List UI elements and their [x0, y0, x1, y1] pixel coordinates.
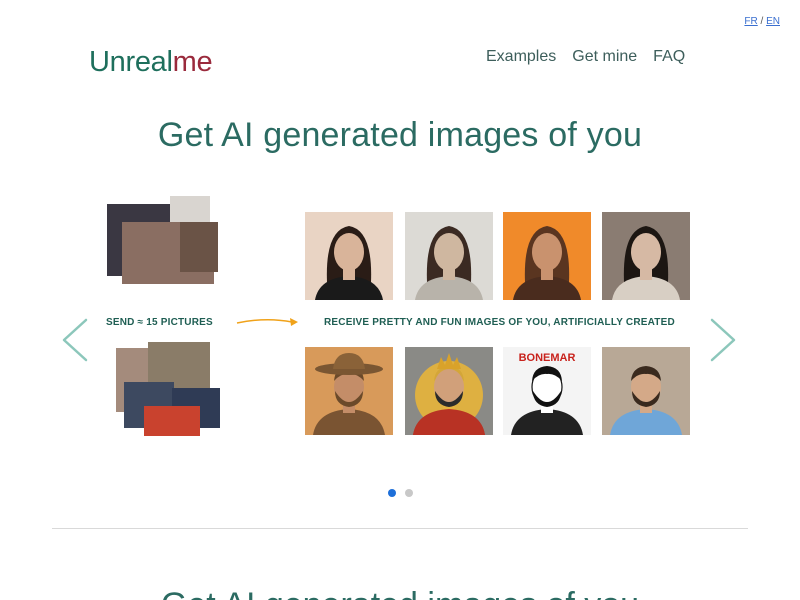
logo-part-unreal: Unreal: [89, 46, 173, 78]
language-switcher: FR / EN: [744, 16, 780, 27]
send-pictures-label: SEND ≈ 15 PICTURES: [106, 317, 213, 328]
hero-title: Get AI generated images of you: [157, 116, 643, 154]
chevron-left-icon: [62, 318, 88, 362]
lang-en-link[interactable]: EN: [766, 16, 780, 27]
input-photo: [144, 406, 200, 436]
arrow-right-icon: [236, 318, 298, 326]
logo-part-me: me: [172, 46, 213, 78]
carousel-next-button[interactable]: [708, 317, 738, 363]
carousel-pagination: [388, 489, 413, 497]
woman-portrait-metal-armor: [405, 212, 493, 300]
nav-examples[interactable]: Examples: [486, 48, 556, 66]
woman-portrait-orange: [503, 212, 591, 300]
man-portrait-cowboy: [305, 347, 393, 435]
man-portrait-blue-suit: [602, 347, 690, 435]
examples-carousel: SEND ≈ 15 PICTURES RECEIVE PRETTY AND FU…: [60, 192, 740, 444]
woman-portrait-grey: [602, 212, 690, 300]
woman-portrait-black-top: [305, 212, 393, 300]
carousel-dot-1[interactable]: [388, 489, 396, 497]
carousel-dot-2[interactable]: [405, 489, 413, 497]
input-photo: [180, 222, 218, 272]
nav-faq[interactable]: FAQ: [653, 48, 685, 66]
coloring-book-title: BONEMAR: [519, 352, 576, 364]
man-portrait-coloring-book: BONEMAR: [503, 347, 591, 435]
nav-get-mine[interactable]: Get mine: [572, 48, 637, 66]
carousel-prev-button[interactable]: [60, 317, 90, 363]
receive-images-label: RECEIVE PRETTY AND FUN IMAGES OF YOU, AR…: [324, 317, 675, 328]
main-nav: Examples Get mine FAQ: [486, 48, 685, 66]
lang-fr-link[interactable]: FR: [744, 16, 757, 27]
site-logo[interactable]: Unrealme: [89, 46, 213, 79]
section-divider: [52, 528, 748, 529]
man-portrait-king-emblem: [405, 347, 493, 435]
lang-separator: /: [760, 16, 764, 27]
chevron-right-icon: [710, 318, 736, 362]
next-section-title: Get AI generated images of you: [0, 586, 800, 600]
